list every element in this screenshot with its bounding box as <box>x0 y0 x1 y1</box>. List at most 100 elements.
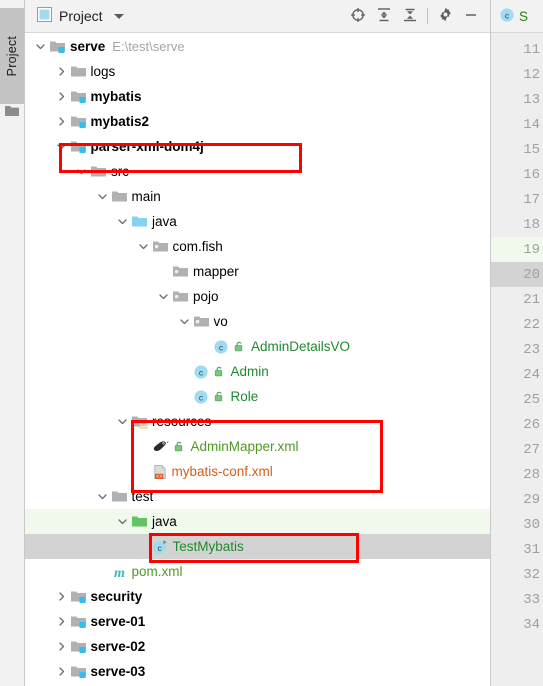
tree-expand-arrow-collapsed[interactable] <box>53 109 70 134</box>
settings-button[interactable] <box>432 3 458 29</box>
folder-icon <box>90 164 107 179</box>
tree-expand-arrow-collapsed[interactable] <box>53 659 70 684</box>
select-opened-file-button[interactable] <box>345 3 371 29</box>
gutter-line-row[interactable]: 27 <box>491 437 543 462</box>
tree-row-label: mapper <box>193 263 239 279</box>
tree-expand-arrow-expanded[interactable] <box>73 159 90 184</box>
gutter-line-row[interactable]: 19 <box>491 237 543 262</box>
gutter-line-row[interactable]: 34 <box>491 612 543 637</box>
tree-row[interactable]: c Admin <box>25 359 490 384</box>
editor-gutter[interactable]: 11 12 13 14 15 16 17 18 19 20 21 22 23 24 25 26 27 28 29 30… <box>491 33 543 686</box>
tree-row[interactable]: src <box>25 159 490 184</box>
tree-row-label: Admin <box>230 363 269 379</box>
tree-row[interactable]: resources <box>25 409 490 434</box>
tree-row[interactable]: serve-01 <box>25 609 490 634</box>
project-view-selector[interactable]: Project <box>37 7 124 25</box>
tree-expand-arrow-expanded[interactable] <box>114 509 131 534</box>
gutter-line-row[interactable]: 18 <box>491 212 543 237</box>
gutter-line-row[interactable]: 16 <box>491 162 543 187</box>
tree-expand-arrow-collapsed[interactable] <box>53 609 70 634</box>
gutter-line-row[interactable]: 33 <box>491 587 543 612</box>
gutter-line-row[interactable]: 12 <box>491 62 543 87</box>
tree-row[interactable]: c TestMybatis <box>25 534 490 559</box>
tree-expand-arrow-expanded[interactable] <box>94 484 111 509</box>
tree-expand-arrow-collapsed[interactable] <box>53 634 70 659</box>
tree-row-label: com.fish <box>172 238 223 254</box>
gutter-line-row[interactable]: 32 <box>491 562 543 587</box>
line-number: 14 <box>523 116 540 133</box>
gutter-line-row[interactable]: 20 <box>491 262 543 287</box>
expand-all-button[interactable] <box>371 3 397 29</box>
gutter-line-row[interactable]: 22 <box>491 312 543 337</box>
gutter-line-row[interactable]: 15 <box>491 137 543 162</box>
gutter-line-row[interactable]: 26 <box>491 412 543 437</box>
tree-row[interactable]: m pom.xml <box>25 559 490 584</box>
tree-row[interactable]: java <box>25 209 490 234</box>
gutter-line-row[interactable]: 14 <box>491 112 543 137</box>
tree-expand-arrow-collapsed[interactable] <box>53 84 70 109</box>
crosshair-target-icon <box>350 7 366 26</box>
tool-window-strip: Project <box>0 0 25 686</box>
tree-row[interactable]: parser-xml-dom4j <box>25 134 490 159</box>
package-icon <box>172 289 189 304</box>
tree-expand-arrow-expanded[interactable] <box>114 209 131 234</box>
tree-expand-arrow-expanded[interactable] <box>94 184 111 209</box>
gutter-line-row[interactable]: 23 <box>491 337 543 362</box>
tree-row-label: mybatis-conf.xml <box>171 463 273 479</box>
editor-tab-label[interactable]: S <box>519 9 528 24</box>
tree-row[interactable]: security <box>25 584 490 609</box>
tree-row[interactable]: test <box>25 484 490 509</box>
module-folder-icon <box>70 589 87 604</box>
tree-row[interactable]: serve-03 <box>25 659 490 684</box>
tree-row[interactable]: AdminMapper.xml <box>25 434 490 459</box>
gutter-line-row[interactable]: 17 <box>491 187 543 212</box>
tree-row[interactable]: mybatis <box>25 84 490 109</box>
tree-row[interactable]: logs <box>25 59 490 84</box>
tree-row[interactable]: <> mybatis-conf.xml <box>25 459 490 484</box>
project-view-icon <box>37 7 52 25</box>
tree-expand-arrow-expanded[interactable] <box>176 309 193 334</box>
tree-row[interactable]: main <box>25 184 490 209</box>
hide-button[interactable] <box>458 3 484 29</box>
tool-window-tab-project[interactable]: Project <box>0 8 24 104</box>
module-folder-icon <box>70 89 87 104</box>
line-number: 21 <box>523 291 540 308</box>
vcs-added-lock-icon <box>233 340 246 353</box>
tree-row-label: main <box>131 188 161 204</box>
tree-expand-arrow-expanded[interactable] <box>155 284 172 309</box>
gutter-line-row[interactable]: 21 <box>491 287 543 312</box>
gutter-line-row[interactable]: 24 <box>491 362 543 387</box>
module-folder-icon <box>70 614 87 629</box>
vcs-added-lock-icon <box>213 390 226 403</box>
package-icon <box>172 264 189 279</box>
tree-expand-arrow-collapsed[interactable] <box>53 59 70 84</box>
tree-expand-arrow-expanded[interactable] <box>32 34 49 59</box>
gutter-line-row[interactable]: 29 <box>491 487 543 512</box>
tree-row[interactable]: mapper <box>25 259 490 284</box>
gutter-line-row[interactable]: 13 <box>491 87 543 112</box>
tree-row[interactable]: serve E:\test\serve <box>25 34 490 59</box>
tree-row[interactable]: serve-02 <box>25 634 490 659</box>
tree-expand-arrow-expanded[interactable] <box>114 409 131 434</box>
tree-row[interactable]: c AdminDetailsVO <box>25 334 490 359</box>
module-folder-icon <box>70 664 87 679</box>
gutter-line-row[interactable]: 11 <box>491 37 543 62</box>
gutter-line-row[interactable]: 25 <box>491 387 543 412</box>
tree-expand-arrow-collapsed[interactable] <box>53 584 70 609</box>
gutter-line-row[interactable]: 30 <box>491 512 543 537</box>
collapse-all-button[interactable] <box>397 3 423 29</box>
tree-row[interactable]: java <box>25 509 490 534</box>
tree-expand-arrow-expanded[interactable] <box>135 234 152 259</box>
tree-row[interactable]: mybatis2 <box>25 109 490 134</box>
tree-row[interactable]: c Role <box>25 384 490 409</box>
project-tree[interactable]: serve E:\test\serve logs mybatis mybatis2 par… <box>25 33 490 686</box>
gutter-line-row[interactable]: 31 <box>491 537 543 562</box>
tree-row[interactable]: com.fish <box>25 234 490 259</box>
gutter-line-row[interactable]: 28 <box>491 462 543 487</box>
tree-row[interactable]: vo <box>25 309 490 334</box>
tree-expand-arrow-expanded[interactable] <box>53 134 70 159</box>
tree-row-label: vo <box>213 313 228 329</box>
tree-row[interactable]: pojo <box>25 284 490 309</box>
